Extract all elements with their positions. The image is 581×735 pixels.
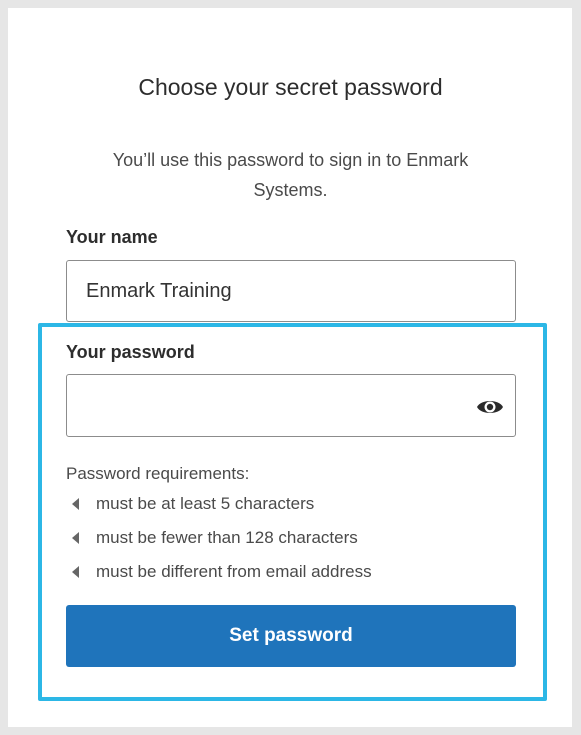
name-input[interactable]: Enmark Training — [66, 260, 516, 322]
page-title: Choose your secret password — [138, 74, 443, 100]
requirement-text: must be at least 5 characters — [96, 494, 315, 513]
password-label: Your password — [66, 342, 195, 362]
triangle-left-icon — [72, 498, 79, 510]
name-input-value: Enmark Training — [86, 280, 232, 302]
set-password-button[interactable]: Set password — [66, 605, 516, 667]
triangle-left-icon — [72, 566, 79, 578]
password-card: Choose your secret password You’ll use t… — [8, 8, 572, 727]
requirement-text: must be fewer than 128 characters — [96, 528, 358, 547]
requirement-text: must be different from email address — [96, 562, 372, 581]
password-input[interactable] — [66, 374, 516, 437]
name-label: Your name — [66, 227, 158, 247]
requirement-item: must be at least 5 characters — [66, 494, 314, 514]
requirements-title: Password requirements: — [66, 464, 250, 483]
triangle-left-icon — [72, 532, 79, 544]
page-subtitle: You’ll use this password to sign in to E… — [112, 150, 469, 200]
requirement-item: must be fewer than 128 characters — [66, 528, 358, 548]
eye-icon[interactable] — [476, 397, 504, 417]
requirement-item: must be different from email address — [66, 562, 372, 582]
